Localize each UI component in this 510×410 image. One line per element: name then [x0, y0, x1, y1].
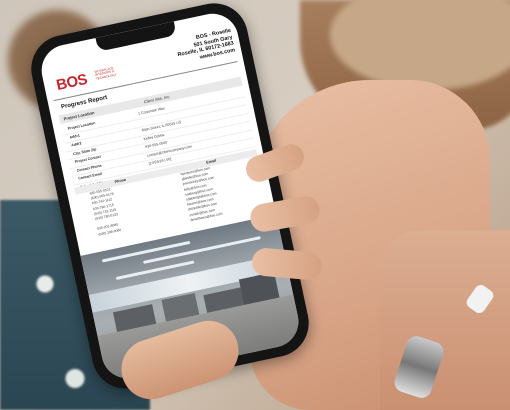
photo-scene: BOS WORKPLACE INTERIORS & TECHNOLOGY BOS…: [0, 0, 510, 410]
company-logo: BOS: [54, 70, 89, 94]
company-address: BOS - Roselle 501 South Gary Roselle, IL…: [174, 28, 236, 66]
header-row-value: Client Site, Inc.: [143, 93, 171, 105]
logo-tagline: WORKPLACE INTERIORS & TECHNOLOGY: [94, 66, 117, 81]
header-row-label: Project Location: [63, 109, 95, 122]
